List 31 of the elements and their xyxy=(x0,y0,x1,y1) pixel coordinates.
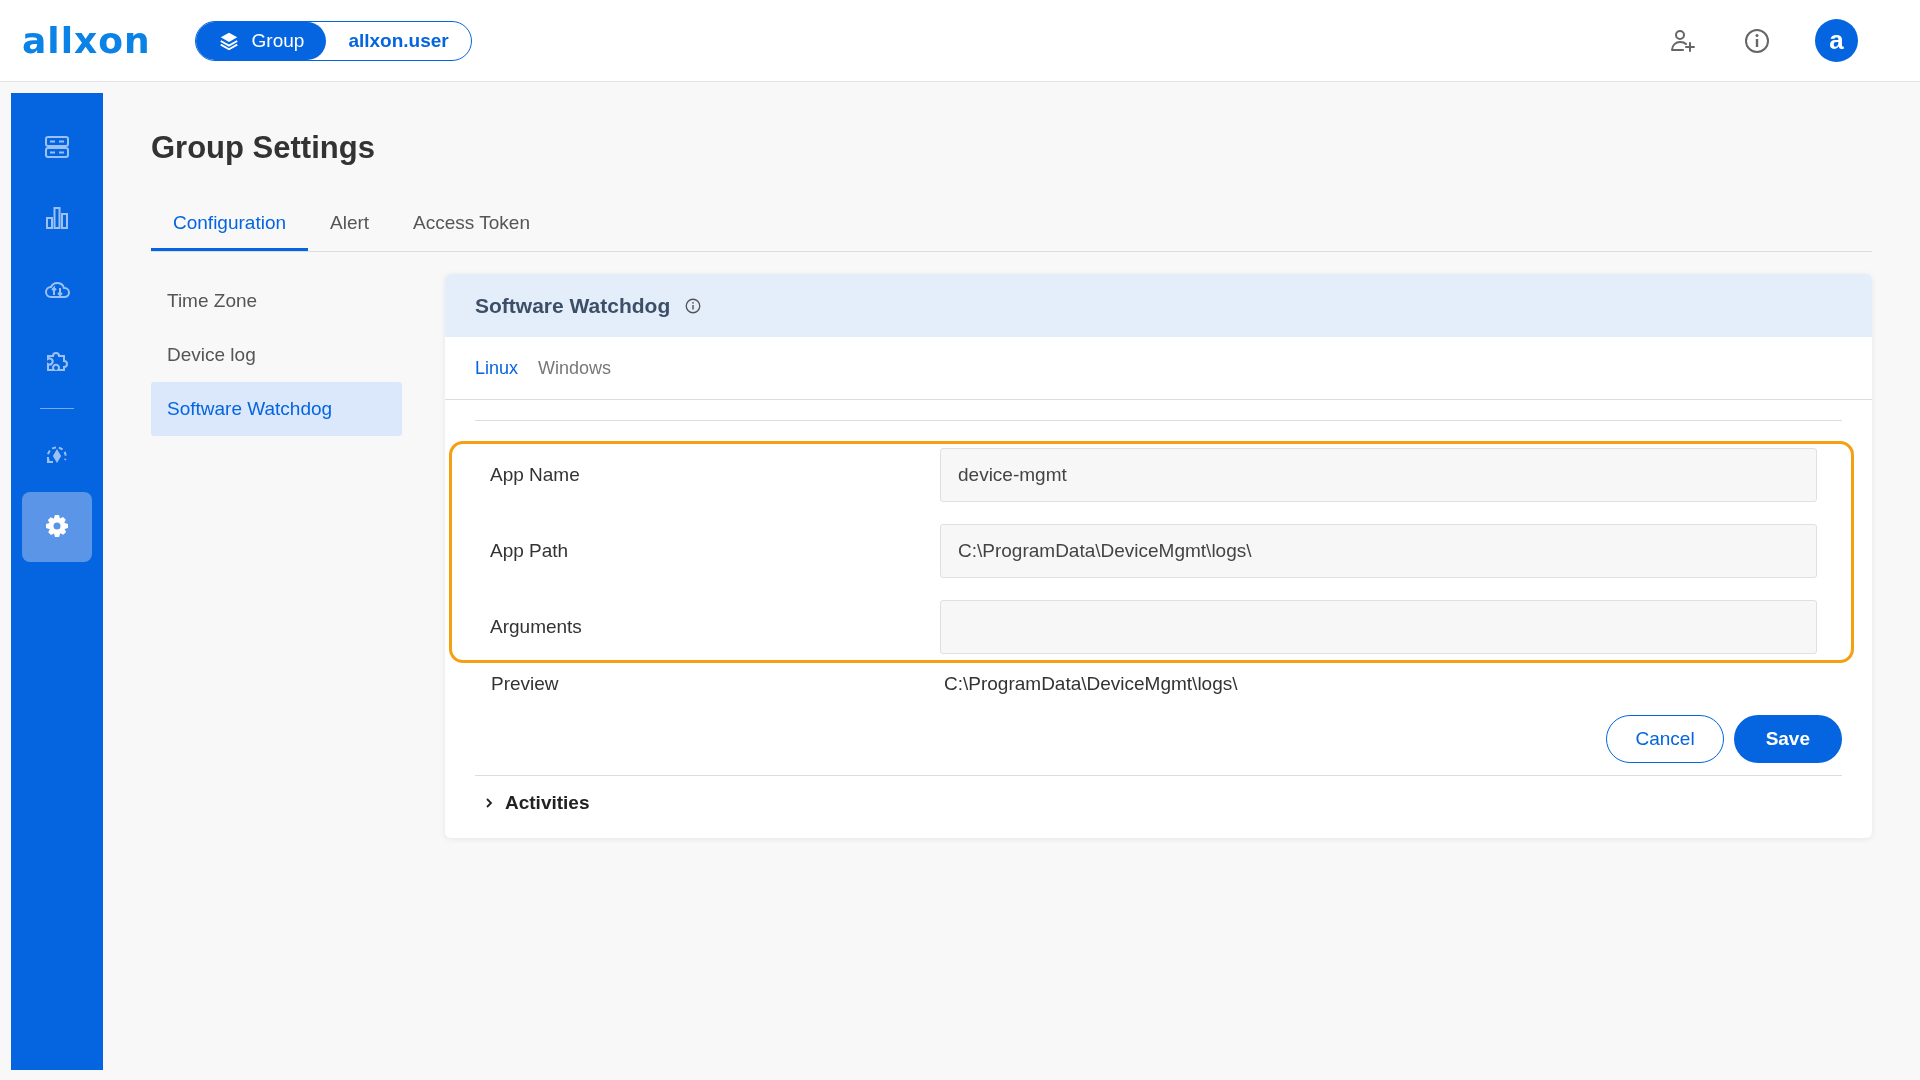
chevron-icon xyxy=(483,797,495,809)
settings-nav-item[interactable]: Time Zone xyxy=(151,274,402,328)
os-tab[interactable]: Windows xyxy=(530,353,620,383)
os-tab[interactable]: Linux xyxy=(467,353,527,383)
preview-value: C:\ProgramData\DeviceMgmt\logs\ xyxy=(944,673,1238,695)
input-field[interactable] xyxy=(940,600,1817,654)
settings-nav-item[interactable]: Software Watchdog xyxy=(151,382,402,436)
input-field[interactable]: device-mgmt xyxy=(940,448,1817,502)
field-label: App Name xyxy=(490,464,581,486)
sidebar-item[interactable] xyxy=(22,492,92,562)
avatar[interactable]: a xyxy=(1815,19,1858,62)
save-button[interactable]: Save xyxy=(1733,715,1842,763)
info-icon[interactable] xyxy=(1743,26,1771,55)
info-icon[interactable] xyxy=(684,296,703,315)
server-icon xyxy=(43,133,71,161)
tab[interactable]: Alert xyxy=(308,202,392,251)
cancel-button[interactable]: Cancel xyxy=(1606,715,1724,763)
tab[interactable]: Access Token xyxy=(391,202,552,251)
bar-chart-icon xyxy=(43,204,71,232)
field-label: Preview xyxy=(491,673,560,695)
scope-option[interactable]: Group xyxy=(195,21,327,60)
input-field[interactable]: C:\ProgramData\DeviceMgmt\logs\ xyxy=(940,524,1817,578)
card-title: Software Watchdog xyxy=(475,293,671,318)
logo[interactable]: allxon xyxy=(22,20,151,61)
tab[interactable]: Configuration xyxy=(151,202,309,251)
field-label: App Path xyxy=(490,540,570,562)
page-title: Group Settings xyxy=(151,130,376,166)
scope-option[interactable]: allxon.user xyxy=(326,21,471,60)
activities-toggle[interactable]: Activities xyxy=(475,788,598,818)
settings-nav-item[interactable]: Device log xyxy=(151,328,402,382)
field-label: Arguments xyxy=(490,616,583,638)
